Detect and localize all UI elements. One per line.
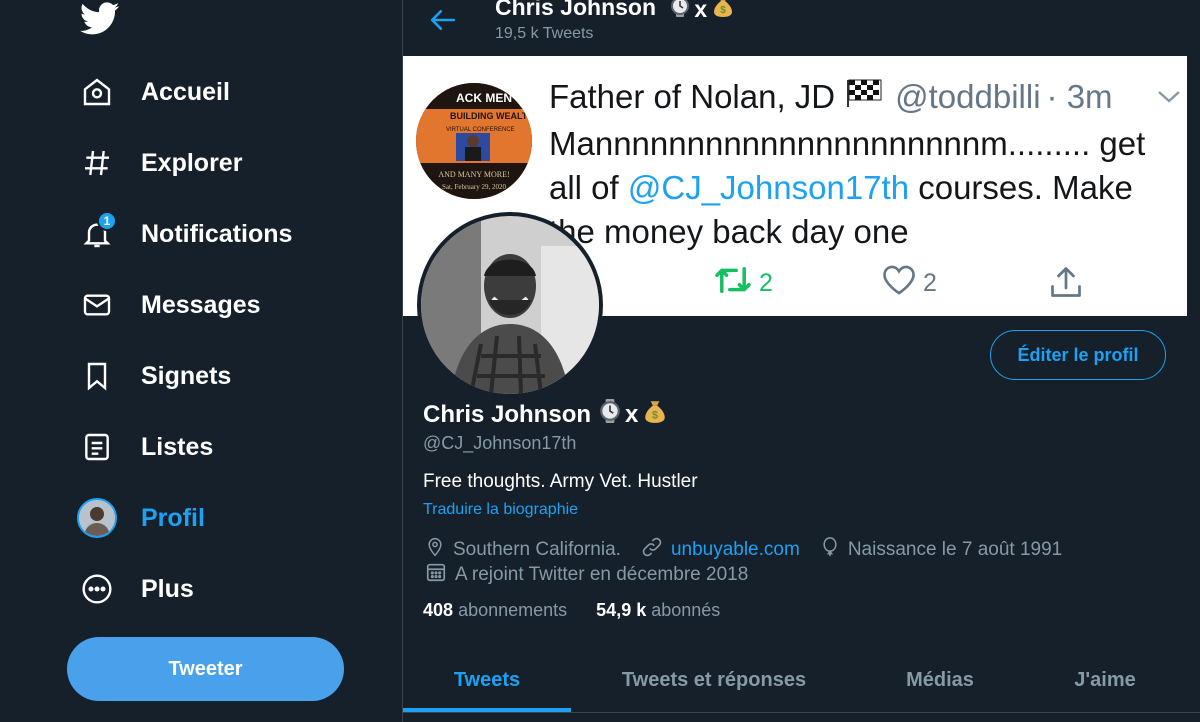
hashtag-icon [76, 142, 118, 184]
banner-avatar-line-2: BUILDING WEALTH [450, 111, 532, 121]
divider [403, 712, 1200, 713]
profile-website-link[interactable]: unbuyable.com [671, 539, 800, 561]
retweet-count: 2 [759, 269, 773, 297]
banner-avatar-line-1: ACK MEN [456, 91, 512, 105]
checkered-flag-icon [845, 78, 883, 116]
tweet-count: 19,5 k Tweets [495, 25, 594, 42]
banner-avatar-line-4: AND MANY MORE! [438, 170, 509, 179]
profile-column: Chris Johnson x $ 19,5 k Tweets ACK MEN … [402, 0, 1200, 722]
following-count: 408 [423, 600, 454, 620]
banner-tweet-avatar: ACK MEN BUILDING WEALTH VIRTUAL CONFEREN… [416, 83, 532, 199]
watch-icon [670, 0, 690, 23]
calendar-icon [425, 561, 447, 589]
retweet-action: 2 [713, 264, 773, 303]
profile-joined: A rejoint Twitter en décembre 2018 [455, 564, 749, 585]
heart-icon [881, 264, 917, 303]
page-title: Chris Johnson x $ [495, 0, 735, 24]
twitter-logo-icon[interactable] [79, 2, 120, 36]
banner-tweet-time: · 3m [1046, 78, 1113, 115]
like-count: 2 [923, 269, 937, 297]
share-icon [1047, 264, 1085, 300]
sidebar-item-label: Listes [141, 432, 214, 461]
sidebar-item-label: Signets [141, 361, 232, 390]
like-action: 2 [881, 264, 937, 303]
followers-link[interactable]: 54,9 k abonnés [596, 600, 720, 620]
sidebar-item-label: Explorer [141, 148, 243, 177]
tab-jaime[interactable]: J'aime [1043, 650, 1167, 710]
banner-avatar-line-3: VIRTUAL CONFERENCE [446, 127, 515, 133]
emoji-x: x [625, 400, 639, 428]
banner-tweet-handle: @toddbilli [895, 78, 1041, 115]
follow-stats: 408 abonnements 54,9 k abonnés [423, 600, 744, 621]
profile-header-bar: Chris Johnson x $ 19,5 k Tweets [403, 0, 1200, 54]
money-bag-icon: $ [711, 0, 735, 24]
chevron-down-icon [1155, 86, 1183, 111]
profile-handle: @CJ_Johnson17th [423, 433, 577, 453]
profile-avatar[interactable] [417, 212, 603, 398]
sidebar-item-listes[interactable]: Listes [76, 423, 376, 471]
sidebar-item-label: Notifications [141, 219, 293, 248]
bell-icon: 1 [76, 211, 118, 255]
banner-mention: @CJ_Johnson17th [627, 169, 910, 206]
followers-count: 54,9 k [596, 600, 647, 620]
list-icon [76, 426, 118, 468]
following-link[interactable]: 408 abonnements [423, 600, 567, 620]
balloon-icon [820, 536, 840, 564]
sidebar-item-profil[interactable]: Profil [76, 494, 376, 542]
profile-location: Southern California. [453, 539, 621, 560]
sidebar-item-plus[interactable]: Plus [76, 565, 376, 613]
location-icon [425, 536, 445, 564]
svg-text:$: $ [720, 5, 726, 16]
watch-icon [599, 399, 621, 430]
tab-medias[interactable]: Médias [873, 650, 1007, 710]
header-name: Chris Johnson [495, 0, 657, 21]
banner-avatar-line-5: Sat, February 29, 2020 [442, 183, 506, 191]
banner-tweet-text: Mannnnnnnnnnnnnnnnnnnnnm......... get al… [549, 125, 1146, 250]
back-arrow-icon[interactable] [427, 6, 459, 34]
sidebar-item-messages[interactable]: Messages [76, 281, 376, 329]
sidebar-item-label: Profil [141, 503, 205, 532]
banner-tweet-name: Father of Nolan, JD [549, 78, 836, 115]
sidebar: Accueil Explorer 1 Notifications Message… [0, 0, 402, 722]
retweet-icon [713, 264, 753, 303]
tab-tweets[interactable]: Tweets [403, 650, 571, 710]
profile-birthday: Naissance le 7 août 1991 [847, 539, 1063, 560]
profile-bio: Free thoughts. Army Vet. Hustler [423, 471, 698, 492]
following-label: abonnements [458, 600, 568, 620]
notification-badge: 1 [97, 211, 117, 231]
sidebar-item-accueil[interactable]: Accueil [76, 68, 376, 116]
sidebar-item-notifications[interactable]: 1 Notifications [76, 210, 376, 258]
link-icon [641, 536, 663, 564]
money-bag-icon: $ [642, 398, 668, 431]
profile-display-name: Chris Johnson [423, 400, 592, 428]
svg-text:$: $ [652, 410, 658, 422]
envelope-icon [76, 284, 118, 326]
home-icon [76, 71, 118, 113]
avatar [77, 498, 117, 538]
sidebar-item-label: Messages [141, 290, 261, 319]
profile-name: Chris Johnson x $ [423, 398, 668, 431]
followers-label: abonnés [651, 600, 721, 620]
translate-bio-link[interactable]: Traduire la biographie [423, 501, 578, 519]
profile-tabs: Tweets Tweets et réponses Médias J'aime [403, 650, 1200, 713]
emoji-x: x [694, 0, 708, 22]
sidebar-item-signets[interactable]: Signets [76, 352, 376, 400]
sidebar-item-label: Accueil [141, 77, 230, 106]
bookmark-icon [76, 355, 118, 397]
more-icon [76, 568, 118, 610]
tweet-button[interactable]: Tweeter [67, 637, 344, 701]
profile-meta: Southern California. unbuyable.com Naiss… [425, 536, 1082, 564]
tab-tweets-et-reponses[interactable]: Tweets et réponses [599, 650, 829, 710]
edit-profile-button[interactable]: Éditer le profil [990, 330, 1166, 380]
sidebar-item-explorer[interactable]: Explorer [76, 139, 376, 187]
sidebar-item-label: Plus [141, 574, 194, 603]
